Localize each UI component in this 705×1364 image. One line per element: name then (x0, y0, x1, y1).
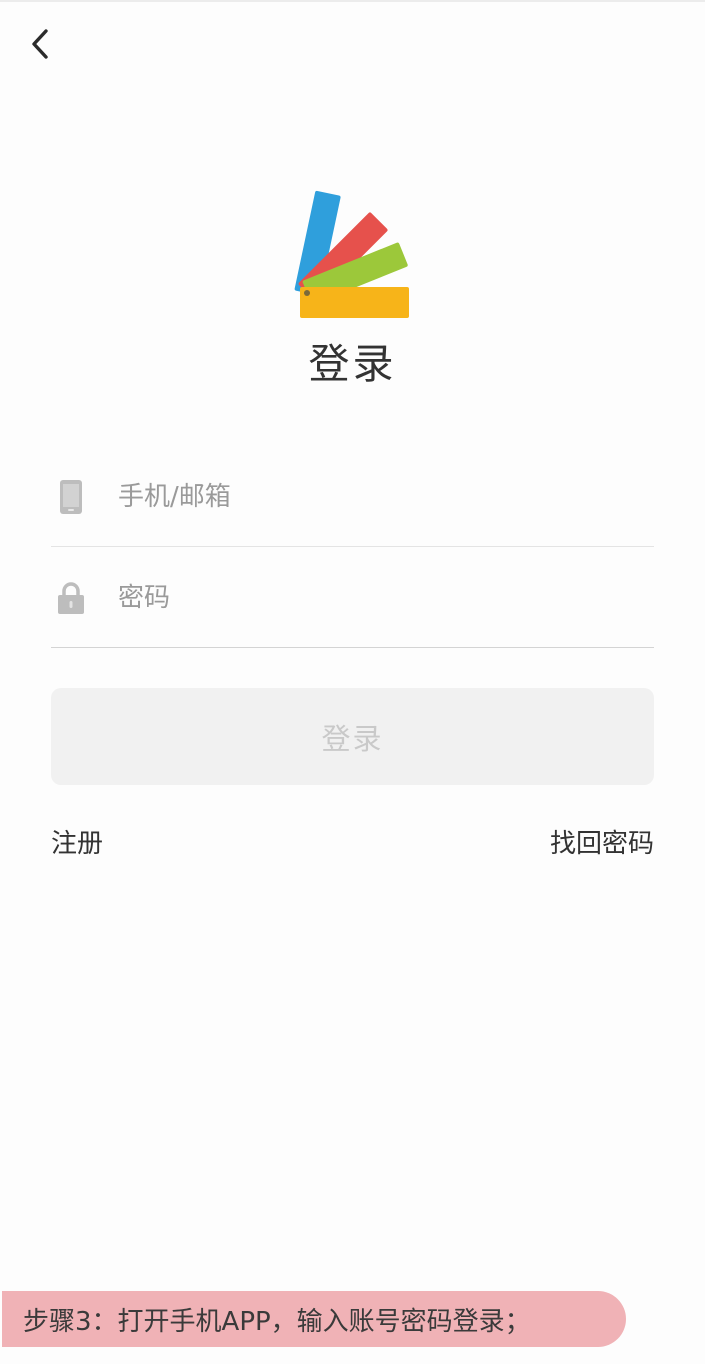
logo-swatch-yellow (300, 287, 409, 318)
chevron-left-icon (32, 29, 48, 59)
phone-email-input[interactable] (118, 471, 598, 522)
forgot-password-link[interactable]: 找回密码 (550, 825, 654, 863)
logo-rivet (304, 290, 310, 296)
phone-icon (51, 477, 91, 517)
top-divider (0, 0, 705, 2)
app-logo (294, 190, 409, 318)
lock-icon (51, 578, 91, 618)
page-title: 登录 (308, 340, 397, 388)
step-caption-text: 步骤3：打开手机APP，输入账号密码登录； (23, 1306, 531, 1337)
register-link[interactable]: 注册 (51, 825, 103, 863)
password-input[interactable] (118, 572, 598, 623)
back-button[interactable] (18, 22, 62, 66)
phone-email-field (51, 447, 654, 547)
step-caption-banner: 步骤3：打开手机APP，输入账号密码登录； (2, 1291, 626, 1347)
login-button[interactable]: 登录 (51, 688, 654, 785)
password-field (51, 548, 654, 648)
